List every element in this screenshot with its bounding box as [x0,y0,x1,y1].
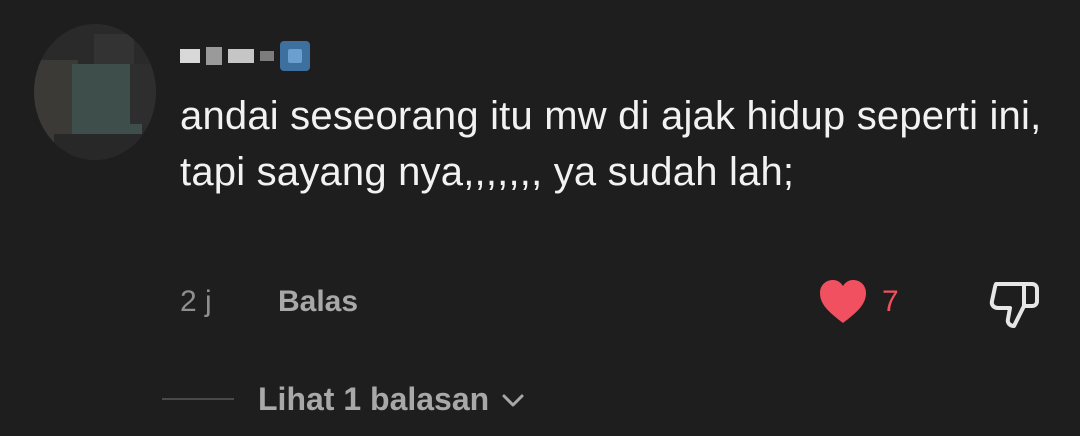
heart-filled-icon [820,280,866,323]
username-pixelated [180,49,200,63]
comment-item: andai seseorang itu mw di ajak hidup sep… [0,0,1080,436]
timestamp: 2 j [180,285,212,318]
divider [162,398,234,400]
view-replies-label: Lihat 1 balasan [258,380,490,417]
username-pixelated [260,51,274,61]
username-pixelated [206,47,222,65]
dislike-button[interactable] [988,276,1042,330]
avatar[interactable] [34,24,156,160]
username-pixelated [228,49,254,63]
reply-button[interactable]: Balas [278,282,358,322]
like-button[interactable]: 7 [818,276,899,328]
comment-text: andai seseorang itu mw di ajak hidup sep… [180,94,1042,194]
like-count: 7 [882,285,899,318]
thumbs-down-icon [989,282,1039,328]
view-replies-button[interactable]: Lihat 1 balasan [162,376,525,422]
verified-badge-icon [280,41,310,71]
chevron-down-icon [502,394,524,407]
username[interactable] [180,38,310,74]
